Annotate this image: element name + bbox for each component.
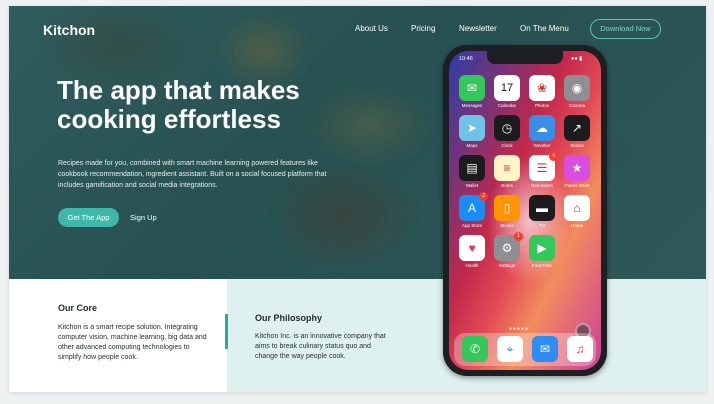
itunes-store-icon[interactable]: ★ (564, 155, 590, 181)
app-label: Camera (568, 103, 585, 108)
status-time: 10:46 (459, 56, 473, 62)
get-the-app-button[interactable]: Get The App (58, 208, 119, 227)
phone-screen: 10:46 ●● ▮ ●●●●● ✆ ⌖ ✉ ♫ ✉ Messages 17 Calenda… (449, 51, 601, 370)
stocks-icon[interactable]: ↗ (564, 115, 590, 141)
app-label: App Store (461, 223, 482, 228)
app-label: iBooks (500, 223, 514, 228)
sign-up-link[interactable]: Sign Up (130, 213, 157, 222)
phone-mockup: 10:46 ●● ▮ ●●●●● ✆ ⌖ ✉ ♫ ✉ Messages 17 Calenda… (443, 45, 607, 376)
nav-on-the-menu[interactable]: On The Menu (520, 24, 569, 33)
facetime-icon[interactable]: ▶ (529, 235, 555, 261)
app-label: Weather (533, 143, 551, 148)
page-frame: Kitchon About Us Pricing Newsletter On T… (9, 6, 706, 392)
camera-icon[interactable]: ◉ (564, 75, 590, 101)
weather-icon[interactable]: ☁ (529, 115, 555, 141)
notification-badge: 1 (514, 232, 523, 241)
clock-icon[interactable]: ◷ (494, 115, 520, 141)
nav-about-us[interactable]: About Us (355, 24, 388, 33)
notes-icon[interactable]: ≡ (494, 155, 520, 181)
our-core-text: Kitchon is a smart recipe solution. Inte… (58, 324, 207, 361)
home-icon[interactable]: ⌂ (564, 195, 590, 221)
our-philosophy-title: Our Philosophy (255, 313, 323, 323)
health-icon[interactable]: ♥ (459, 235, 485, 261)
notification-badge: 4 (549, 152, 558, 161)
nav-pricing[interactable]: Pricing (411, 24, 435, 33)
our-philosophy-text: Kitchon Inc. is an innovative company th… (255, 333, 386, 360)
safari-icon[interactable]: ⌖ (497, 336, 523, 362)
ibooks-icon[interactable]: ▯ (494, 195, 520, 221)
app-label: Calendar (497, 103, 517, 108)
maps-icon[interactable]: ➤ (459, 115, 485, 141)
hero-headline: The app that makes cooking effortless (57, 75, 300, 134)
app-label: Messages (461, 103, 483, 108)
app-label: iTunes Store (564, 183, 590, 188)
music-icon[interactable]: ♫ (567, 336, 593, 362)
brand-logo[interactable]: Kitchon (43, 22, 95, 38)
app-label: TV (539, 223, 545, 228)
app-label: Photos (534, 103, 549, 108)
calendar-icon[interactable]: 17 (494, 75, 520, 101)
messages-icon[interactable]: ✉ (459, 75, 485, 101)
page-dots: ●●●●● (509, 326, 530, 332)
phone-dock: ✆ ⌖ ✉ ♫ (454, 333, 596, 366)
section-accent-bar (225, 314, 228, 349)
our-core-title: Our Core (58, 303, 98, 313)
app-label: Settings (498, 263, 516, 268)
notification-badge: 2 (479, 192, 488, 201)
our-core-section: Our Core Kitchon is a smart recipe solut… (9, 279, 227, 392)
phone-notch (487, 51, 563, 64)
app-label: Notes (501, 183, 513, 188)
app-label: Health (465, 263, 479, 268)
app-label: Clock (501, 143, 513, 148)
phone-icon[interactable]: ✆ (462, 336, 488, 362)
app-label: Wallet (465, 183, 479, 188)
app-label: Stocks (570, 143, 584, 148)
app-label: Reminders (531, 183, 553, 188)
app-label: Maps (466, 143, 478, 148)
tv-icon[interactable]: ▬ (529, 195, 555, 221)
app-label: FaceTime (532, 263, 552, 268)
nav-newsletter[interactable]: Newsletter (459, 24, 497, 33)
status-icons: ●● ▮ (571, 56, 583, 62)
download-now-button[interactable]: Download Now (590, 19, 661, 39)
mail-icon[interactable]: ✉ (532, 336, 558, 362)
wallet-icon[interactable]: ▤ (459, 155, 485, 181)
app-label: Home (570, 223, 583, 228)
hero-subtext: Recipes made for you, combined with smar… (58, 160, 327, 189)
photos-icon[interactable]: ❀ (529, 75, 555, 101)
